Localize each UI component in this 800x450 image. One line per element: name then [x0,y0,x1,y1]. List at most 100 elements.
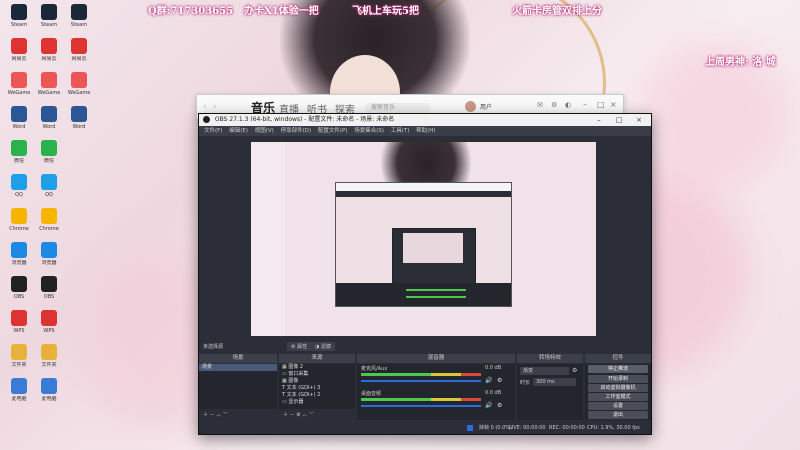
desktop-icon[interactable]: QQ [4,174,34,210]
filters-label: 滤镜 [320,344,331,350]
source-toolbar-bottom: ＋ － ⚙ ︿ ﹀ [283,411,314,418]
volume-slider[interactable] [361,380,481,382]
menu-help[interactable]: 帮助(H) [416,128,435,134]
menu-file[interactable]: 文件(F) [204,128,222,134]
desktop-icon[interactable]: WPS [4,310,34,346]
close-icon[interactable]: × [610,100,617,109]
add-icon[interactable]: ＋ [203,412,208,418]
desktop-icon[interactable]: OBS [4,276,34,312]
source-label: 图像 2 [288,364,304,370]
source-item[interactable]: T 文本 (GDI+) 2 [279,392,355,399]
remove-icon[interactable]: － [290,412,295,418]
overlay-streamer: 上周男神: 洛 城 [705,57,776,68]
gear-icon[interactable]: ⚙ [497,377,502,384]
desktop-icon[interactable]: 文件夹 [34,344,64,380]
music-search-input[interactable]: 搜索音乐 [365,103,431,113]
menu-profile[interactable]: 配置文件(P) [318,128,348,134]
stop-streaming-button[interactable]: 停止推流 [588,365,648,373]
chevron-down-icon[interactable]: ﹀ [309,412,314,418]
desktop-icon[interactable]: Steam [4,4,34,40]
desktop-icon[interactable]: QQ [34,174,64,210]
menu-view[interactable]: 视图(V) [255,128,274,134]
app-icon [11,72,27,88]
add-icon[interactable]: ＋ [283,412,288,418]
desktop-icon[interactable]: 文件夹 [4,344,34,380]
nested-music-bar [336,183,511,191]
source-label: 文本 (GDI+) 2 [286,392,321,398]
chevron-up-icon[interactable]: ︿ [216,412,221,418]
desktop-icon[interactable]: Steam [64,4,94,40]
maximize-icon[interactable]: □ [609,114,629,126]
gear-icon[interactable]: ⚙ [296,412,300,418]
minimize-icon[interactable]: – [589,114,609,126]
source-item[interactable]: ▦ 图像 [279,378,355,385]
desktop-icon[interactable]: 网易云 [34,38,64,74]
desktop-icon[interactable]: Word [4,106,34,142]
gear-icon[interactable]: ⚙ [572,367,577,374]
nested-docks [336,283,511,306]
obs-titlebar[interactable]: OBS 27.1.3 (64-bit, windows) - 配置文件: 未命名… [199,114,651,126]
desktop-icon[interactable]: WeGame [34,72,64,108]
mixer-panel: 麦克风/Aux 0.0 dB 🔊 ⚙ 桌面音频 0.0 dB 🔊 ⚙ [357,364,515,420]
desktop-icon[interactable]: OBS [34,276,64,312]
source-item[interactable]: T 文本 (GDI+) 3 [279,385,355,392]
desktop-icon[interactable]: Word [64,106,94,142]
app-icon [41,106,57,122]
desktop-icon[interactable]: Chrome [34,208,64,244]
properties-button[interactable]: ⚙ 属性 [287,342,312,351]
menu-tools[interactable]: 工具(T) [391,128,410,134]
transition-select[interactable]: 渐变 [520,367,569,375]
desktop-icon[interactable]: WPS [34,310,64,346]
desktop-icon-label: Steam [70,22,88,28]
settings-button[interactable]: 设置 [588,402,648,410]
mixer-channel-db: 0.0 dB [485,365,502,371]
volume-slider[interactable] [361,405,481,407]
desktop-icon[interactable]: 网易云 [64,38,94,74]
chevron-down-icon[interactable]: ﹀ [223,412,228,418]
chevron-up-icon[interactable]: ︿ [302,412,307,418]
forward-icon[interactable]: › [213,103,221,112]
desktop-icon[interactable]: Chrome [4,208,34,244]
speaker-icon[interactable]: 🔊 [485,402,492,409]
scene-item[interactable]: 场景 [199,364,277,371]
gear-icon[interactable]: ⚙ [497,402,502,409]
speaker-icon[interactable]: 🔊 [485,377,492,384]
avatar[interactable] [465,101,476,112]
desktop-icon[interactable]: WeGame [64,72,94,108]
source-item[interactable]: ▦ 图像 2 [279,364,355,371]
desktop-icon[interactable]: 此电脑 [34,378,64,414]
scene-toolbar: ＋ － ︿ ﹀ [203,411,228,418]
obs-preview[interactable] [251,142,596,336]
desktop-icon[interactable]: 网易云 [4,38,34,74]
source-item[interactable]: ▭ 显示器 [279,399,355,406]
virtual-camera-button[interactable]: 启动虚拟摄像机 [588,384,648,392]
desktop-icon[interactable]: Steam [34,4,64,40]
exit-button[interactable]: 退出 [588,411,648,419]
desktop-icon[interactable]: WeGame [4,72,34,108]
desktop-icon-label: 文件夹 [11,362,27,368]
gear-icon[interactable]: ⚙ [551,101,557,109]
minimize-icon[interactable]: – [583,100,587,109]
desktop-icon[interactable]: 浏览器 [4,242,34,278]
close-icon[interactable]: × [629,114,649,126]
remove-icon[interactable]: － [210,412,215,418]
back-icon[interactable]: ‹ [203,103,211,112]
desktop-icon[interactable]: 微信 [4,140,34,176]
desktop-icon[interactable]: 此电脑 [4,378,34,414]
studio-mode-button[interactable]: 工作室模式 [588,393,648,401]
desktop-icon[interactable]: 微信 [34,140,64,176]
menu-scene-collection[interactable]: 场景集合(S) [354,128,384,134]
desktop-icon[interactable]: Word [34,106,64,142]
mail-icon[interactable]: ✉ [537,101,543,109]
menu-edit[interactable]: 编辑(E) [229,128,248,134]
desktop-icon[interactable]: 浏览器 [34,242,64,278]
source-item[interactable]: ▭ 窗口采集 [279,371,355,378]
skin-icon[interactable]: ◐ [565,101,571,109]
menu-docks[interactable]: 停靠部件(D) [281,128,312,134]
duration-input[interactable]: 300 ms [533,378,576,386]
start-recording-button[interactable]: 开始录制 [588,375,648,383]
maximize-icon[interactable]: □ [597,100,605,109]
filters-button[interactable]: ◑ 滤镜 [311,342,335,351]
desktop-icon-label: 浏览器 [11,260,27,266]
obs-window[interactable]: OBS 27.1.3 (64-bit, windows) - 配置文件: 未命名… [198,113,652,435]
